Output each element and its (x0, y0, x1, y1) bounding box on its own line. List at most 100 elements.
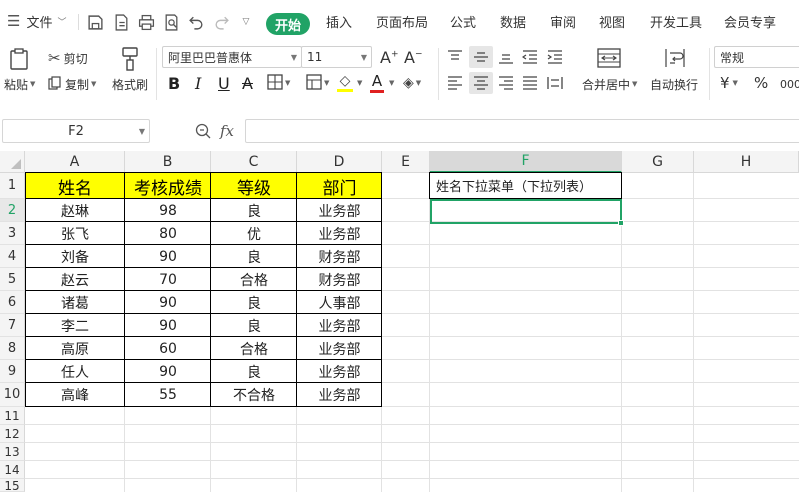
row-header-3[interactable]: 3 (0, 222, 25, 245)
tab-review[interactable]: 审阅 (550, 0, 576, 42)
tab-view[interactable]: 视图 (599, 0, 625, 42)
row-header-2[interactable]: 2 (0, 199, 25, 222)
column-header-F[interactable]: F (430, 151, 622, 173)
select-all-corner[interactable] (0, 151, 25, 173)
table-cell[interactable]: 刘备 (25, 245, 125, 268)
align-top-icon[interactable] (444, 46, 466, 68)
column-header-H[interactable]: H (694, 151, 799, 173)
merge-center-icon[interactable] (596, 46, 622, 70)
tab-insert[interactable]: 插入 (326, 0, 352, 42)
table-cell[interactable]: 业务部 (297, 337, 382, 360)
wrap-text-icon[interactable] (662, 46, 688, 70)
table-cell[interactable]: 98 (125, 199, 211, 222)
merge-center-button[interactable]: 合并居中 ▼ (582, 76, 637, 92)
fill-color-dropdown[interactable]: ▼ (357, 73, 362, 93)
table-cell[interactable]: 赵琳 (25, 199, 125, 222)
percent-button[interactable]: % (754, 73, 768, 93)
table-header-dept[interactable]: 部门 (297, 173, 382, 199)
formula-input[interactable] (245, 119, 799, 143)
table-cell[interactable]: 业务部 (297, 383, 382, 407)
strikethrough-button[interactable]: A (242, 72, 253, 94)
column-header-G[interactable]: G (622, 151, 694, 173)
font-name-select[interactable]: 阿里巴巴普惠体 ▼ (162, 46, 302, 68)
table-cell[interactable]: 70 (125, 268, 211, 291)
borders-button[interactable]: ▼ (267, 73, 290, 93)
tab-developer[interactable]: 开发工具 (650, 0, 702, 42)
table-cell[interactable]: 90 (125, 314, 211, 337)
align-left-icon[interactable] (444, 72, 466, 94)
table-cell[interactable]: 55 (125, 383, 211, 407)
table-cell[interactable]: 良 (211, 291, 297, 314)
align-right-icon[interactable] (495, 72, 517, 94)
table-cell[interactable]: 人事部 (297, 291, 382, 314)
table-cell[interactable]: 60 (125, 337, 211, 360)
copy-button[interactable]: 复制 ▼ (48, 75, 96, 93)
table-cell[interactable]: 合格 (211, 268, 297, 291)
table-cell[interactable]: 优 (211, 222, 297, 245)
row-header-9[interactable]: 9 (0, 360, 25, 383)
row-header-7[interactable]: 7 (0, 314, 25, 337)
row-header-15[interactable]: 15 (0, 479, 25, 492)
active-cell-F2[interactable] (430, 199, 622, 224)
cell-style-button[interactable]: ▼ (306, 73, 329, 93)
column-header-A[interactable]: A (25, 151, 125, 173)
tab-member[interactable]: 会员专享 (724, 0, 776, 42)
row-header-10[interactable]: 10 (0, 383, 25, 407)
italic-button[interactable]: I (195, 72, 201, 94)
tab-formulas[interactable]: 公式 (450, 0, 476, 42)
row-header-1[interactable]: 1 (0, 173, 25, 199)
name-box[interactable]: F2 ▼ (2, 119, 150, 143)
cell-F1[interactable]: 姓名下拉菜单（下拉列表） (430, 173, 621, 198)
table-cell[interactable]: 良 (211, 314, 297, 337)
table-cell[interactable]: 良 (211, 199, 297, 222)
tab-page-layout[interactable]: 页面布局 (376, 0, 428, 42)
fill-handle[interactable] (618, 220, 624, 226)
quick-access-dropdown-icon[interactable]: ▽ (237, 13, 255, 31)
align-bottom-icon[interactable] (495, 46, 517, 68)
align-center-icon[interactable] (469, 72, 493, 94)
paste-button[interactable]: 粘贴 ▼ (4, 76, 35, 92)
row-header-5[interactable]: 5 (0, 268, 25, 291)
print-preview-icon[interactable] (162, 13, 180, 31)
format-painter-icon[interactable] (119, 46, 141, 72)
tab-data[interactable]: 数据 (500, 0, 526, 42)
tab-home[interactable]: 开始 (266, 13, 310, 35)
table-cell[interactable]: 90 (125, 360, 211, 383)
font-size-select[interactable]: 11 ▼ (301, 46, 372, 68)
justify-icon[interactable] (519, 72, 541, 94)
row-header-13[interactable]: 13 (0, 443, 25, 461)
align-middle-icon[interactable] (469, 46, 493, 68)
format-painter-button[interactable]: 格式刷 (112, 76, 148, 92)
increase-indent-icon[interactable] (544, 46, 566, 68)
font-color-button[interactable]: A (370, 72, 384, 94)
currency-button[interactable]: ¥ ▼ (720, 73, 738, 93)
table-header-score[interactable]: 考核成绩 (125, 173, 211, 199)
row-header-12[interactable]: 12 (0, 425, 25, 443)
insert-function-button[interactable]: fx (220, 121, 234, 141)
row-header-14[interactable]: 14 (0, 461, 25, 479)
cut-button[interactable]: ✂ 剪切 (48, 49, 88, 67)
column-header-B[interactable]: B (125, 151, 211, 173)
number-format-select[interactable]: 常规 (714, 46, 799, 68)
column-header-E[interactable]: E (382, 151, 430, 173)
table-cell[interactable]: 赵云 (25, 268, 125, 291)
table-header-name[interactable]: 姓名 (25, 173, 125, 199)
redo-icon[interactable] (212, 13, 230, 31)
table-cell[interactable]: 良 (211, 360, 297, 383)
table-cell[interactable]: 任人 (25, 360, 125, 383)
wrap-text-button[interactable]: 自动换行 (650, 76, 698, 92)
print-icon[interactable] (137, 13, 155, 31)
table-header-grade[interactable]: 等级 (211, 173, 297, 199)
row-header-8[interactable]: 8 (0, 337, 25, 360)
table-cell[interactable]: 不合格 (211, 383, 297, 407)
bold-button[interactable]: B (168, 72, 180, 94)
paste-icon[interactable] (8, 47, 30, 71)
clear-button[interactable]: ◈ ▼ (403, 73, 421, 93)
row-header-11[interactable]: 11 (0, 407, 25, 425)
undo-icon[interactable] (187, 13, 205, 31)
table-cell[interactable]: 90 (125, 245, 211, 268)
table-cell[interactable]: 业务部 (297, 222, 382, 245)
table-cell[interactable]: 良 (211, 245, 297, 268)
table-cell[interactable]: 业务部 (297, 314, 382, 337)
column-header-C[interactable]: C (211, 151, 297, 173)
